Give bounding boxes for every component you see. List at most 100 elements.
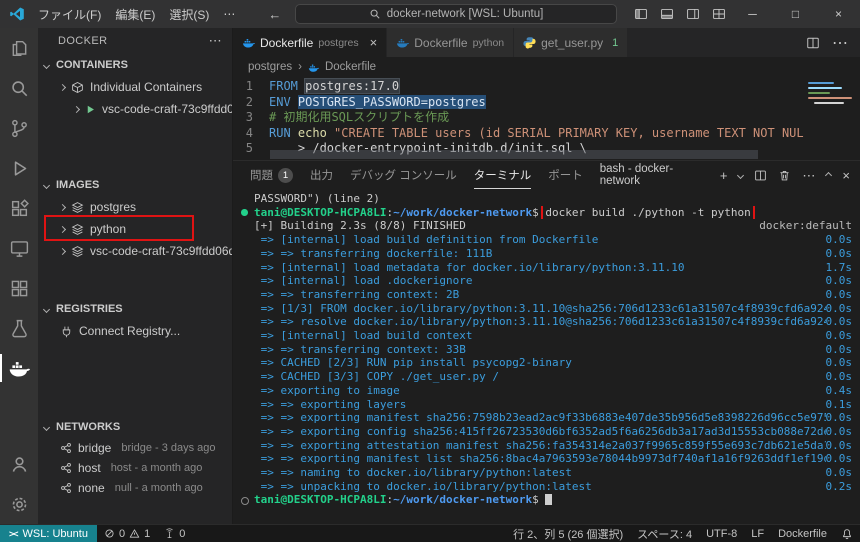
tab-close-icon[interactable]: × xyxy=(370,35,378,50)
tree-item-running-container[interactable]: vsc-code-craft-73c9ffdd06... xyxy=(38,98,232,120)
terminal-gutter xyxy=(241,315,254,329)
panel-tab-terminal[interactable]: ターミナル xyxy=(474,161,532,189)
extensions-icon[interactable] xyxy=(0,188,38,228)
title-bar: ファイル(F) 編集(E) 選択(S) ⋯ ← → docker-network… xyxy=(0,0,860,28)
tab-dockerfile-postgres[interactable]: Dockerfile postgres × xyxy=(233,28,387,57)
cursor-position[interactable]: 行 2、列 5 (26 個選択) xyxy=(506,525,630,542)
tab-dockerfile-python[interactable]: Dockerfile python xyxy=(387,28,514,57)
panel-tab-output[interactable]: 出力 xyxy=(310,161,333,189)
network-desc: host - a month ago xyxy=(111,462,203,474)
code-editor[interactable]: 1FROM postgres:17.02ENV POSTGRES_PASSWOR… xyxy=(233,77,860,160)
terminal-line: tani@DESKTOP-HCPA8LI:~/work/docker-netwo… xyxy=(241,493,860,507)
tree-item-individual-containers[interactable]: Individual Containers xyxy=(38,76,232,98)
language-mode[interactable]: Dockerfile xyxy=(771,525,834,542)
tree-item-image-vsc[interactable]: vsc-code-craft-73c9ffdd06d... xyxy=(38,240,232,262)
terminal-text: => [internal] load build definition from… xyxy=(254,233,826,247)
menu-file[interactable]: ファイル(F) xyxy=(31,3,108,26)
network-icon xyxy=(60,442,72,454)
panel-tab-problems[interactable]: 問題 1 xyxy=(250,161,293,189)
tab-get-user-py[interactable]: get_user.py 1 xyxy=(514,28,628,57)
code-line: 2ENV POSTGRES_PASSWORD=postgres xyxy=(233,95,860,111)
remote-explorer-icon[interactable] xyxy=(0,228,38,268)
container-tools-icon[interactable] xyxy=(0,268,38,308)
toggle-panel-icon[interactable] xyxy=(660,7,674,21)
terminal-gutter xyxy=(241,288,254,302)
toggle-secondary-sidebar-icon[interactable] xyxy=(686,7,700,21)
section-images[interactable]: IMAGES xyxy=(38,174,232,196)
search-icon[interactable] xyxy=(0,68,38,108)
network-item-none[interactable]: none null - a month ago xyxy=(38,478,232,498)
sidebar-more-icon[interactable]: ⋯ xyxy=(209,33,222,49)
source-control-icon[interactable] xyxy=(0,108,38,148)
new-terminal-icon[interactable]: + xyxy=(720,169,728,182)
settings-gear-icon[interactable] xyxy=(0,484,38,524)
terminal-gutter xyxy=(241,261,254,275)
split-editor-icon[interactable] xyxy=(806,36,820,50)
connect-registry-item[interactable]: Connect Registry... xyxy=(38,320,232,342)
image-icon xyxy=(71,201,84,214)
terminal-output[interactable]: PASSWORD") (line 2)tani@DESKTOP-HCPA8LI:… xyxy=(233,189,860,524)
terminal-gutter xyxy=(241,398,254,412)
minimap[interactable] xyxy=(804,77,860,160)
terminal-picker-chevron-icon[interactable] xyxy=(737,171,744,178)
toggle-sidebar-icon[interactable] xyxy=(634,7,648,21)
terminal-cursor xyxy=(545,494,552,505)
kill-terminal-trash-icon[interactable] xyxy=(778,169,791,182)
minimize-button[interactable]: ─ xyxy=(731,0,774,28)
maximize-button[interactable]: □ xyxy=(774,0,817,28)
terminal-line: => => exporting attestation manifest sha… xyxy=(241,439,860,453)
encoding[interactable]: UTF-8 xyxy=(699,525,744,542)
docker-icon[interactable] xyxy=(0,348,38,388)
editor-tab-bar: Dockerfile postgres × Dockerfile python … xyxy=(233,28,860,57)
terminal-gutter xyxy=(241,356,254,370)
network-item-bridge[interactable]: bridge bridge - 3 days ago xyxy=(38,438,232,458)
remote-indicator[interactable]: >< WSL: Ubuntu xyxy=(0,525,97,542)
customize-layout-icon[interactable] xyxy=(712,7,726,21)
close-panel-icon[interactable]: × xyxy=(842,169,850,182)
panel-tab-ports[interactable]: ポート xyxy=(548,161,583,189)
section-networks[interactable]: NETWORKS xyxy=(38,416,232,438)
explorer-icon[interactable] xyxy=(0,28,38,68)
panel-more-icon[interactable]: ⋯ xyxy=(802,169,815,182)
active-terminal-label[interactable]: bash - docker-network xyxy=(600,163,709,187)
account-icon[interactable] xyxy=(0,444,38,484)
chevron-right-icon xyxy=(73,105,80,112)
run-debug-icon[interactable] xyxy=(0,148,38,188)
ports-status[interactable]: 0 xyxy=(157,525,192,542)
section-registries[interactable]: REGISTRIES xyxy=(38,298,232,320)
terminal-text: => => unpacking to docker.io/library/pyt… xyxy=(254,480,826,494)
terminal-gutter xyxy=(241,192,254,206)
menu-more[interactable]: ⋯ xyxy=(216,4,242,24)
terminal-text: => => exporting manifest sha256:7598b23e… xyxy=(254,411,826,425)
breadcrumb-file[interactable]: Dockerfile xyxy=(325,61,376,73)
image-icon xyxy=(71,245,84,258)
editor-more-icon[interactable]: ⋯ xyxy=(832,33,848,53)
terminal-line: => [internal] load build context0.0s xyxy=(241,329,860,343)
terminal-line: => exporting to image0.4s xyxy=(241,384,860,398)
panel-tab-debug-console[interactable]: デバッグ コンソール xyxy=(350,161,457,189)
terminal-gutter xyxy=(241,384,254,398)
step-duration: 0.0s xyxy=(826,274,860,288)
problems-status[interactable]: 0 1 xyxy=(97,525,157,542)
eol-sequence[interactable]: LF xyxy=(744,525,771,542)
notifications-bell-icon[interactable] xyxy=(834,525,860,542)
editor-horizontal-scrollbar[interactable] xyxy=(270,150,758,159)
vscode-window: ファイル(F) 編集(E) 選択(S) ⋯ ← → docker-network… xyxy=(0,0,860,542)
tree-item-image-postgres[interactable]: postgres xyxy=(38,196,232,218)
maximize-panel-chevron-icon[interactable] xyxy=(825,171,832,178)
menu-selection[interactable]: 選択(S) xyxy=(162,3,216,26)
testing-beaker-icon[interactable] xyxy=(0,308,38,348)
menu-edit[interactable]: 編集(E) xyxy=(108,3,162,26)
vscode-logo-icon xyxy=(9,6,25,22)
terminal-gutter xyxy=(241,466,254,480)
breadcrumb-folder[interactable]: postgres xyxy=(248,61,292,73)
command-center-search[interactable]: docker-network [WSL: Ubuntu] xyxy=(295,4,617,24)
nav-back-icon[interactable]: ← xyxy=(268,7,281,22)
search-icon xyxy=(369,8,381,20)
network-item-host[interactable]: host host - a month ago xyxy=(38,458,232,478)
split-terminal-icon[interactable] xyxy=(754,169,767,182)
indentation[interactable]: スペース: 4 xyxy=(630,525,699,542)
section-containers[interactable]: CONTAINERS xyxy=(38,54,232,76)
close-button[interactable]: × xyxy=(817,0,860,28)
tree-item-image-python[interactable]: python xyxy=(38,218,232,240)
